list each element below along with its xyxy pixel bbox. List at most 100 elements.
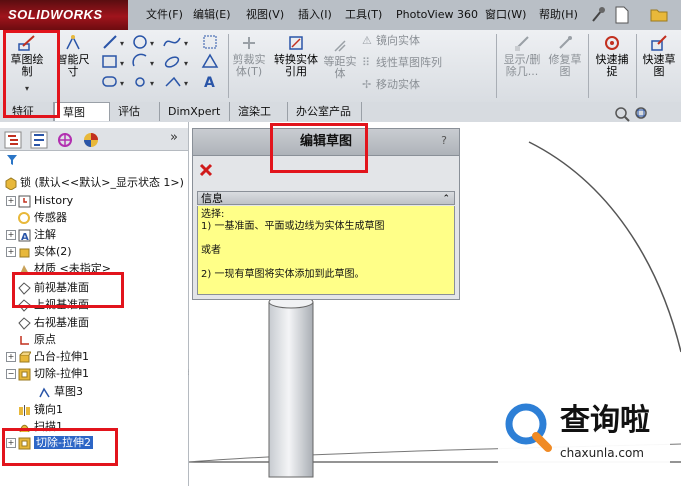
tree-item-label: 实体(2): [34, 245, 72, 258]
trim-button[interactable]: 剪裁实体(T): [232, 34, 266, 78]
move-entities-button[interactable]: ✢ 移动实体: [362, 78, 420, 92]
offset-entities-button[interactable]: 等距实体: [322, 36, 358, 80]
tab-dimxpert[interactable]: DimXpert: [160, 102, 230, 121]
watermark: 查询啦 chaxunla.com: [498, 396, 670, 470]
menu-window[interactable]: 窗口(W): [485, 0, 526, 30]
close-icon[interactable]: [199, 163, 213, 177]
relations-icon: [515, 36, 529, 51]
linear-pattern-label: 线性草图阵列: [376, 56, 442, 69]
tree-item-sensors[interactable]: 传感器: [18, 209, 67, 226]
quick-snaps-button[interactable]: 快速捕捉: [592, 34, 632, 78]
help-button[interactable]: ?: [437, 134, 451, 148]
rapid-sketch-button[interactable]: 快速草图: [642, 34, 676, 78]
tree-item-solid-bodies[interactable]: + 实体(2): [6, 243, 72, 260]
convert-entities-icon: [289, 36, 303, 50]
tree-item-label: 凸台-拉伸1: [34, 350, 89, 363]
info-line: [201, 257, 451, 269]
origin-icon: [20, 335, 29, 345]
part-icon: [5, 176, 17, 190]
mirror-entities-button[interactable]: ⚠ 镜向实体: [362, 34, 420, 48]
tree-item-right-plane[interactable]: 右视基准面: [18, 314, 89, 331]
ribbon-separator: [496, 34, 497, 98]
menu-photoview[interactable]: PhotoView 360: [396, 0, 478, 30]
offset-entities-label: 等距实体: [323, 55, 357, 80]
tree-item-mirror1[interactable]: 镜向1: [18, 401, 63, 418]
convert-entities-button[interactable]: 转换实体引用: [274, 34, 318, 78]
linear-pattern-button[interactable]: ⠿ 线性草图阵列: [362, 56, 442, 70]
trim-icon: [243, 37, 255, 49]
open-folder-icon[interactable]: [650, 6, 668, 22]
new-document-icon[interactable]: [614, 6, 630, 24]
expand-icon[interactable]: +: [6, 196, 16, 206]
menu-file[interactable]: 文件(F): [146, 0, 183, 30]
rapid-sketch-icon: [651, 35, 667, 51]
solid-bodies-icon: [19, 248, 30, 257]
configuration-manager-icon[interactable]: [56, 131, 74, 149]
pin-icon[interactable]: [590, 6, 606, 24]
quick-snaps-label: 快速捕捉: [595, 53, 629, 78]
point-icon: [135, 77, 145, 87]
tree-item-annotations[interactable]: + A 注解: [6, 226, 56, 243]
sketch-entities-toolbar[interactable]: ▾ ▾ ▾ ▾ ▾ ▾ ▾ ▾ ▾ A: [100, 34, 224, 96]
offset-entities-icon: [334, 40, 346, 52]
solidworks-logo: SOLIDWORKS: [0, 0, 128, 30]
ellipse-icon: [164, 56, 180, 68]
circle-icon: [133, 35, 147, 49]
tab-render-tools[interactable]: 渲染工具: [230, 102, 288, 137]
cut-extrude-icon: [18, 368, 31, 380]
collapse-icon[interactable]: −: [6, 369, 16, 379]
repair-sketch-button[interactable]: 修复草图: [548, 34, 582, 78]
menu-view[interactable]: 视图(V): [246, 0, 284, 30]
convert-entities-label: 转换实体引用: [274, 53, 318, 78]
tree-item-label: 镜向1: [34, 403, 63, 416]
watermark-url: chaxunla.com: [560, 446, 644, 460]
smart-dimension-button[interactable]: 智能尺寸: [55, 34, 91, 78]
move-entities-label: 移动实体: [376, 78, 420, 91]
tab-office-products[interactable]: 办公室产品: [288, 102, 362, 121]
ribbon-separator: [636, 34, 637, 98]
menu-help[interactable]: 帮助(H): [539, 0, 578, 30]
menu-tools[interactable]: 工具(T): [345, 0, 382, 30]
collapse-chevron-icon[interactable]: ⌃: [442, 192, 450, 206]
zoom-to-fit-icon[interactable]: [614, 106, 630, 122]
tree-item-sketch3[interactable]: 草图3: [38, 383, 83, 400]
tree-item-boss-extrude1[interactable]: + 凸台-拉伸1: [6, 348, 89, 365]
tree-item-label: 传感器: [34, 211, 67, 224]
menu-edit[interactable]: 编辑(E): [193, 0, 231, 30]
expand-manager-chevron-icon[interactable]: »: [170, 130, 178, 145]
svg-text:▾: ▾: [184, 59, 188, 68]
tree-item-cut-extrude1[interactable]: − 切除-拉伸1: [6, 365, 89, 382]
highlight-sketch-button: [3, 30, 60, 118]
zoom-area-icon[interactable]: [634, 106, 650, 122]
tree-item-label: 切除-拉伸1: [34, 367, 89, 380]
highlight-panel-title: [270, 123, 368, 173]
tab-sketch[interactable]: 草图: [54, 102, 110, 121]
expand-icon[interactable]: +: [6, 352, 16, 362]
menu-insert[interactable]: 插入(I): [298, 0, 332, 30]
tree-item-history[interactable]: + History: [6, 192, 73, 209]
expand-icon[interactable]: +: [6, 247, 16, 257]
tree-item-origin[interactable]: 原点: [18, 331, 56, 348]
sensor-icon: [18, 211, 30, 224]
filter-icon[interactable]: [6, 154, 18, 166]
tree-root[interactable]: 锁 (默认<<默认>_显示状态 1>): [4, 174, 184, 191]
show-delete-relations-button[interactable]: 显示/删除几...: [500, 34, 544, 78]
expand-icon[interactable]: +: [6, 230, 16, 240]
tree-item-label: History: [34, 194, 74, 207]
info-line: 2) 一现有草图将实体添加到此草图。: [201, 269, 365, 280]
annotation-icon: A: [18, 229, 31, 242]
tab-evaluate[interactable]: 评估: [110, 102, 160, 121]
ribbon-separator: [588, 34, 589, 98]
watermark-brand: 查询啦: [560, 403, 650, 438]
spline-icon: [163, 37, 181, 47]
property-manager-icon[interactable]: [30, 131, 48, 149]
feature-tree-icon[interactable]: [4, 131, 22, 149]
info-line: [201, 233, 451, 245]
grid-icon: [203, 35, 217, 49]
sketch-icon: [39, 386, 50, 397]
display-manager-icon[interactable]: [82, 131, 100, 149]
svg-text:A: A: [21, 232, 29, 242]
info-section-header[interactable]: 信息 ⌃: [197, 191, 455, 205]
history-icon: [18, 195, 31, 207]
plane-icon: [18, 316, 31, 330]
